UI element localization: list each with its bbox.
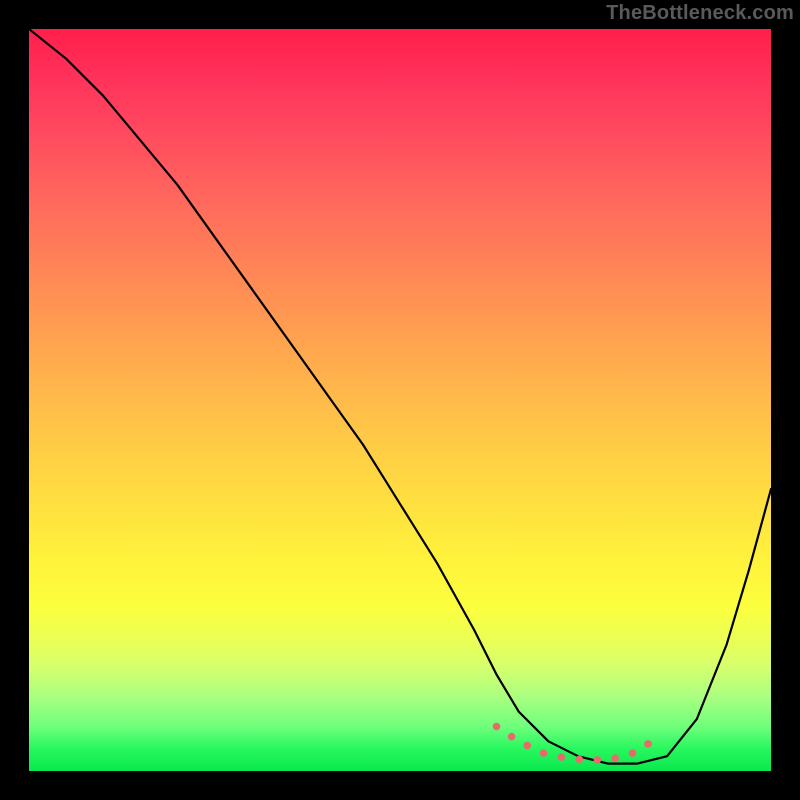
watermark-text: TheBottleneck.com [606, 2, 794, 25]
chart-overlay [29, 29, 771, 771]
plot-area [29, 29, 771, 771]
chart-frame: TheBottleneck.com [0, 0, 800, 800]
bottleneck-curve [29, 29, 771, 764]
